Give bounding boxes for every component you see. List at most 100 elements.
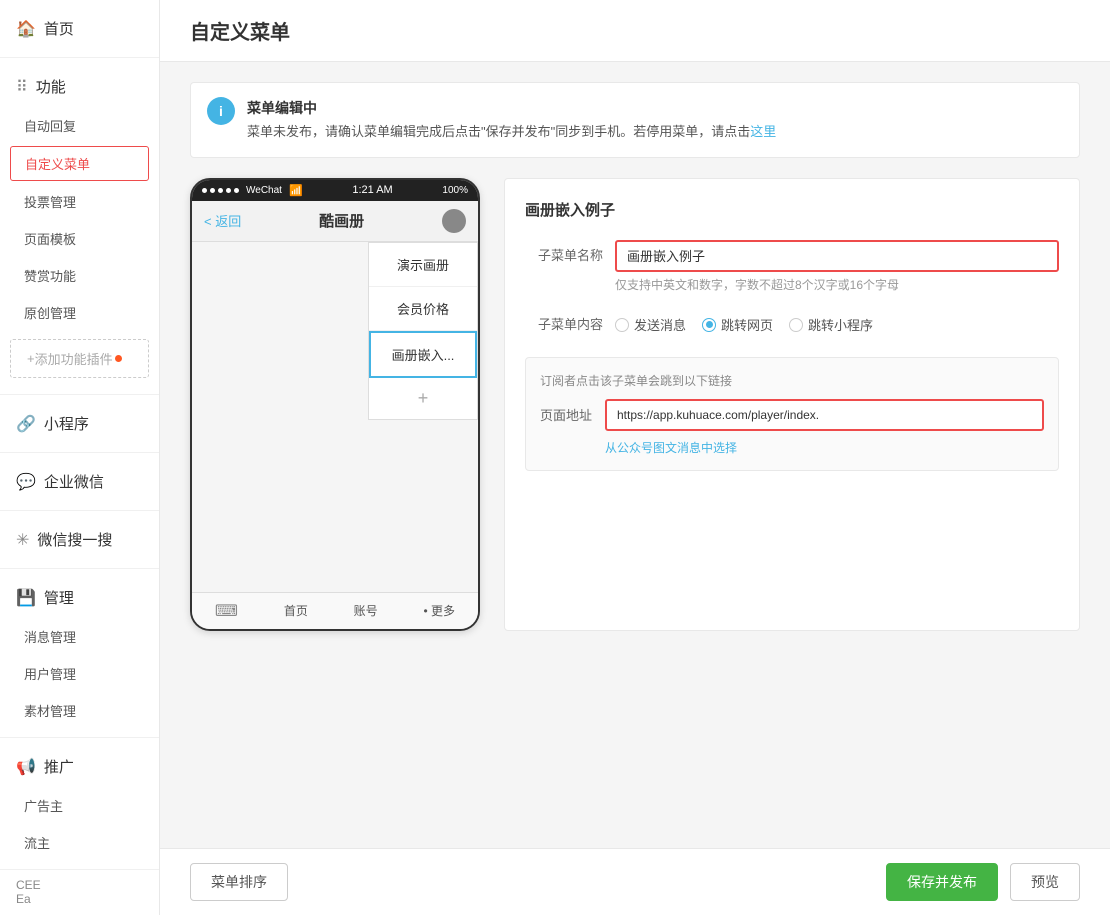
search-star-icon: ✳ xyxy=(16,530,29,550)
sidebar-item-original-manage[interactable]: 原创管理 xyxy=(0,294,159,331)
radio-send-msg-dot xyxy=(615,318,629,332)
radio-send-msg-label: 发送消息 xyxy=(634,315,686,334)
radio-redirect-web-label: 跳转网页 xyxy=(721,315,773,334)
form-name-hint: 仅支持中英文和数字，字数不超过8个汉字或16个字母 xyxy=(615,276,1059,293)
sidebar-home-label: 首页 xyxy=(44,18,74,39)
main-content: 自定义菜单 i 菜单编辑中 菜单未发布，请确认菜单编辑完成后点击"保存并发布"同… xyxy=(160,0,1110,915)
phone-bottom-more[interactable]: • 更多 xyxy=(424,602,456,619)
menu-name-input[interactable] xyxy=(615,240,1059,272)
sidebar-item-auto-reply[interactable]: 自动回复 xyxy=(0,107,159,144)
sidebar-ea-label: Ea xyxy=(16,892,143,906)
url-select-from-articles[interactable]: 从公众号图文消息中选择 xyxy=(605,439,1044,456)
sidebar-wechat-search-label: 微信搜一搜 xyxy=(37,529,112,550)
phone-menu-add-button[interactable]: + xyxy=(369,378,477,419)
right-panel: 画册嵌入例子 子菜单名称 仅支持中英文和数字，字数不超过8个汉字或16个字母 子… xyxy=(504,178,1080,631)
url-section: 订阅者点击该子菜单会跳到以下链接 页面地址 从公众号图文消息中选择 xyxy=(525,357,1059,471)
speaker-icon: 📢 xyxy=(16,757,36,777)
phone-menu-item-1[interactable]: 会员价格 xyxy=(369,287,477,331)
status-dot-4 xyxy=(226,188,231,193)
phone-back-button[interactable]: < 返回 xyxy=(204,211,241,230)
preview-button[interactable]: 预览 xyxy=(1010,863,1080,901)
sidebar-promotion-label: 推广 xyxy=(44,756,74,777)
radio-redirect-web-dot xyxy=(702,318,716,332)
url-input[interactable] xyxy=(605,399,1044,431)
add-plugin-dot xyxy=(115,355,122,362)
page-title: 自定义菜单 xyxy=(190,22,290,44)
sidebar-features-items: 自动回复 自定义菜单 投票管理 页面模板 赞赏功能 原创管理 xyxy=(0,107,159,331)
sidebar-enterprise-wechat-header[interactable]: 💬 企业微信 xyxy=(0,461,159,502)
notice-icon: i xyxy=(207,97,235,125)
phone-status-bar: WeChat 📶 1:21 AM 100% xyxy=(192,180,478,201)
sidebar-wechat-search-header[interactable]: ✳ 微信搜一搜 xyxy=(0,519,159,560)
form-row-content: 子菜单内容 发送消息 跳转网页 xyxy=(525,309,1059,341)
status-dot-2 xyxy=(210,188,215,193)
sidebar-item-user-manage[interactable]: 用户管理 xyxy=(0,655,159,692)
sidebar-features-header[interactable]: ⠿ 功能 xyxy=(0,66,159,107)
sidebar-enterprise-label: 企业微信 xyxy=(44,471,104,492)
panel-section-title: 画册嵌入例子 xyxy=(525,199,1059,220)
phone-bottom-home[interactable]: 首页 xyxy=(284,602,308,619)
sidebar-item-custom-menu[interactable]: 自定义菜单 xyxy=(10,146,149,181)
add-plugin-button[interactable]: + 添加功能插件 xyxy=(10,339,149,378)
notice-link[interactable]: 这里 xyxy=(750,124,776,139)
phone-menu-item-0[interactable]: 演示画册 xyxy=(369,243,477,287)
content-type-radio-group: 发送消息 跳转网页 跳转小程序 xyxy=(615,309,1059,341)
phone-nav-title: 酷画册 xyxy=(319,210,364,231)
radio-redirect-web[interactable]: 跳转网页 xyxy=(702,315,773,334)
phone-menu-item-2[interactable]: 画册嵌入... xyxy=(369,331,477,378)
phone-brand: WeChat xyxy=(246,185,282,196)
sidebar-management-label: 管理 xyxy=(44,587,74,608)
phone-menu-list: 演示画册 会员价格 画册嵌入... + xyxy=(368,242,478,420)
sidebar-item-material-manage[interactable]: 素材管理 xyxy=(0,692,159,729)
notice-banner: i 菜单编辑中 菜单未发布，请确认菜单编辑完成后点击"保存并发布"同步到手机。若… xyxy=(190,82,1080,158)
sidebar-promotion-items: 广告主 流主 xyxy=(0,787,159,861)
form-row-name: 子菜单名称 仅支持中英文和数字，字数不超过8个汉字或16个字母 xyxy=(525,240,1059,293)
url-label: 页面地址 xyxy=(540,405,595,424)
sidebar-item-advertiser[interactable]: 广告主 xyxy=(0,787,159,824)
sidebar-item-vote-manage[interactable]: 投票管理 xyxy=(0,183,159,220)
sidebar-item-page-template[interactable]: 页面模板 xyxy=(0,220,159,257)
sidebar-item-msg-manage[interactable]: 消息管理 xyxy=(0,618,159,655)
phone-battery: 100% xyxy=(442,185,468,196)
notice-body: 菜单未发布，请确认菜单编辑完成后点击"保存并发布"同步到手机。若停用菜单，请点击… xyxy=(247,121,776,143)
menu-sort-button[interactable]: 菜单排序 xyxy=(190,863,288,901)
phone-status-left: WeChat 📶 xyxy=(202,184,303,197)
phone-avatar xyxy=(442,209,466,233)
status-dot-3 xyxy=(218,188,223,193)
sidebar-item-traffic-owner[interactable]: 流主 xyxy=(0,824,159,861)
radio-send-msg[interactable]: 发送消息 xyxy=(615,315,686,334)
sidebar-promotion-header[interactable]: 📢 推广 xyxy=(0,746,159,787)
phone-bottom-bar: ⌨ 首页 账号 • 更多 xyxy=(192,592,478,629)
sidebar-cee-label: CEE xyxy=(16,878,143,892)
sidebar-item-reward[interactable]: 赞赏功能 xyxy=(0,257,159,294)
page-footer: 菜单排序 保存并发布 预览 xyxy=(160,848,1110,915)
save-publish-button[interactable]: 保存并发布 xyxy=(886,863,998,901)
phone-time: 1:21 AM xyxy=(352,184,392,196)
sidebar-miniprogram-header[interactable]: 🔗 小程序 xyxy=(0,403,159,444)
sidebar-features-label: 功能 xyxy=(36,76,66,97)
notice-title: 菜单编辑中 xyxy=(247,97,776,121)
url-hint: 订阅者点击该子菜单会跳到以下链接 xyxy=(540,372,1044,389)
footer-right-buttons: 保存并发布 预览 xyxy=(886,863,1080,901)
sidebar-management-header[interactable]: 💾 管理 xyxy=(0,577,159,618)
sidebar: 🏠 首页 ⠿ 功能 自动回复 自定义菜单 投票管理 页面模板 赞赏功能 原创管理… xyxy=(0,0,160,915)
grid-icon: ⠿ xyxy=(16,77,28,97)
radio-redirect-miniapp[interactable]: 跳转小程序 xyxy=(789,315,873,334)
form-content-control: 发送消息 跳转网页 跳转小程序 xyxy=(615,309,1059,341)
chat-icon: 💬 xyxy=(16,472,36,492)
form-name-label: 子菜单名称 xyxy=(525,240,615,272)
phone-bottom-account[interactable]: 账号 xyxy=(354,602,378,619)
storage-icon: 💾 xyxy=(16,588,36,608)
radio-redirect-miniapp-label: 跳转小程序 xyxy=(808,315,873,334)
notice-text: 菜单编辑中 菜单未发布，请确认菜单编辑完成后点击"保存并发布"同步到手机。若停用… xyxy=(247,97,776,143)
phone-mockup: WeChat 📶 1:21 AM 100% < 返回 酷画册 演示画册 会员价格… xyxy=(190,178,480,631)
page-body: i 菜单编辑中 菜单未发布，请确认菜单编辑完成后点击"保存并发布"同步到手机。若… xyxy=(160,62,1110,848)
radio-redirect-miniapp-dot xyxy=(789,318,803,332)
phone-nav-bar: < 返回 酷画册 xyxy=(192,201,478,242)
content-area: WeChat 📶 1:21 AM 100% < 返回 酷画册 演示画册 会员价格… xyxy=(190,178,1080,631)
keyboard-icon: ⌨ xyxy=(215,601,238,621)
sidebar-home[interactable]: 🏠 首页 xyxy=(0,8,159,49)
sidebar-bottom-cee: CEE Ea xyxy=(0,870,159,914)
form-content-label: 子菜单内容 xyxy=(525,309,615,341)
status-dot-5 xyxy=(234,188,239,193)
